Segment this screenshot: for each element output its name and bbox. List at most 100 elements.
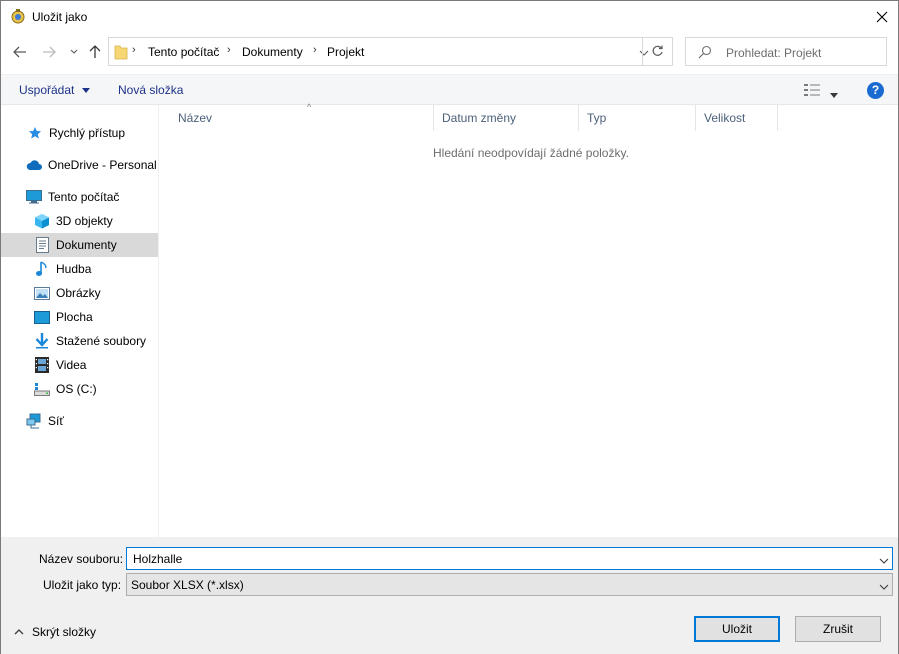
arrow-right-icon <box>43 46 56 58</box>
save-button[interactable]: Uložit <box>694 616 780 642</box>
hide-folders-button[interactable]: Skrýt složky <box>14 625 96 639</box>
nav-item-label: OneDrive - Personal <box>48 158 157 172</box>
change-view-button[interactable] <box>803 83 821 100</box>
up-button[interactable] <box>85 41 105 63</box>
network-icon <box>26 413 42 429</box>
column-header-size[interactable]: Velikost <box>696 105 778 131</box>
breadcrumb-item[interactable]: Tento počítač <box>148 45 219 59</box>
address-bar[interactable]: › Tento počítač › Dokumenty › Projekt <box>108 37 673 66</box>
nav-item-downloads[interactable]: Stažené soubory <box>1 329 158 353</box>
organize-label: Uspořádat <box>19 83 75 97</box>
chevron-down-icon <box>879 584 889 590</box>
close-icon <box>876 11 888 22</box>
nav-item-label: Obrázky <box>56 286 101 300</box>
cancel-button[interactable]: Zrušit <box>795 616 881 642</box>
recent-locations-button[interactable] <box>64 41 84 63</box>
window-title: Uložit jako <box>32 10 88 24</box>
chevron-right-icon[interactable]: › <box>227 44 231 56</box>
search-input[interactable]: Prohledat: Projekt <box>685 37 887 66</box>
chevron-down-icon <box>70 49 78 54</box>
nav-item-this-pc[interactable]: Tento počítač <box>1 185 158 209</box>
chevron-right-icon[interactable]: › <box>313 44 317 56</box>
filetype-label: Uložit jako typ: <box>43 578 122 592</box>
refresh-icon <box>652 45 663 56</box>
film-icon <box>34 357 50 373</box>
nav-item-onedrive[interactable]: OneDrive - Personal <box>1 153 158 177</box>
chevron-down-icon <box>879 558 889 564</box>
nav-item-videos[interactable]: Videa <box>1 353 158 377</box>
close-button[interactable] <box>866 1 898 32</box>
chevron-up-icon <box>14 629 24 635</box>
nav-item-documents[interactable]: Dokumenty <box>1 233 158 257</box>
column-header-label: Datum změny <box>442 111 517 125</box>
details-view-icon <box>804 84 820 96</box>
nav-item-label: OS (C:) <box>56 382 97 396</box>
search-placeholder: Prohledat: Projekt <box>726 46 822 60</box>
search-icon <box>698 45 712 62</box>
breadcrumb-item[interactable]: Dokumenty <box>242 45 303 59</box>
nav-item-3d-objects[interactable]: 3D objekty <box>1 209 158 233</box>
nav-item-music[interactable]: Hudba <box>1 257 158 281</box>
column-header-date[interactable]: Datum změny <box>434 105 579 131</box>
chevron-right-icon: › <box>132 44 136 56</box>
navigation-pane: Rychlý přístup OneDrive - Personal Tento… <box>1 105 159 537</box>
nav-item-label: Videa <box>56 358 87 372</box>
nav-item-label: Stažené soubory <box>56 334 147 348</box>
cube-icon <box>34 213 50 229</box>
organize-button[interactable]: Uspořádat <box>19 83 90 97</box>
filetype-dropdown-button[interactable] <box>879 579 889 593</box>
column-header-label: Název <box>178 111 213 125</box>
chevron-down-icon <box>81 88 90 94</box>
command-bar: Uspořádat Nová složka ? <box>1 74 898 105</box>
forward-button[interactable] <box>39 41 59 63</box>
computer-icon <box>26 189 42 205</box>
arrow-up-icon <box>89 45 101 58</box>
drive-icon <box>34 381 50 397</box>
filetype-value: Soubor XLSX (*.xlsx) <box>131 578 244 592</box>
nav-item-label: Plocha <box>56 310 93 324</box>
empty-message: Hledání neodpovídají žádné položky. <box>433 146 629 160</box>
file-list[interactable]: ^ Název Datum změny Typ Velikost Hledání… <box>160 102 898 537</box>
column-header-label: Typ <box>587 111 607 125</box>
nav-item-network[interactable]: Síť <box>1 409 158 433</box>
hide-folders-label: Skrýt složky <box>32 625 97 639</box>
download-icon <box>34 333 50 349</box>
sort-ascending-icon: ^ <box>307 102 312 112</box>
back-button[interactable] <box>10 41 30 63</box>
music-icon <box>34 261 50 277</box>
filename-field[interactable]: Holzhalle <box>126 547 893 570</box>
help-button[interactable]: ? <box>867 82 884 99</box>
nav-item-drive-c[interactable]: OS (C:) <box>1 377 158 401</box>
column-header-label: Velikost <box>704 111 746 125</box>
picture-icon <box>34 285 50 301</box>
refresh-button[interactable] <box>642 38 672 65</box>
column-header-type[interactable]: Typ <box>579 105 696 131</box>
arrow-left-icon <box>13 46 26 58</box>
nav-item-quick-access[interactable]: Rychlý přístup <box>1 121 158 145</box>
nav-item-label: Hudba <box>56 262 92 276</box>
breadcrumb-item[interactable]: Projekt <box>327 45 364 59</box>
view-options-dropdown[interactable] <box>830 87 838 101</box>
filetype-select[interactable]: Soubor XLSX (*.xlsx) <box>126 573 893 596</box>
save-options-panel: Název souboru: Holzhalle Uložit jako typ… <box>1 537 898 654</box>
nav-item-label: Síť <box>48 414 64 428</box>
desktop-icon <box>34 309 50 325</box>
nav-item-label: Rychlý přístup <box>49 126 126 140</box>
title-bar[interactable]: Uložit jako <box>1 1 898 32</box>
nav-item-desktop[interactable]: Plocha <box>1 305 158 329</box>
save-as-dialog: Uložit jako › Tento počítač › Dokumenty … <box>0 0 899 654</box>
filename-value: Holzhalle <box>133 552 183 566</box>
new-folder-button[interactable]: Nová složka <box>118 83 183 97</box>
cloud-icon <box>26 157 42 173</box>
nav-item-label: Tento počítač <box>48 190 120 204</box>
nav-item-label: Dokumenty <box>56 238 117 252</box>
column-header-name[interactable]: ^ Název <box>170 102 434 131</box>
star-icon <box>27 125 43 141</box>
app-icon <box>10 8 26 24</box>
filename-label: Název souboru: <box>39 552 124 566</box>
nav-item-label: 3D objekty <box>56 214 113 228</box>
filename-dropdown-button[interactable] <box>879 553 889 567</box>
document-icon <box>34 237 50 253</box>
nav-item-pictures[interactable]: Obrázky <box>1 281 158 305</box>
chevron-down-icon <box>830 93 838 98</box>
